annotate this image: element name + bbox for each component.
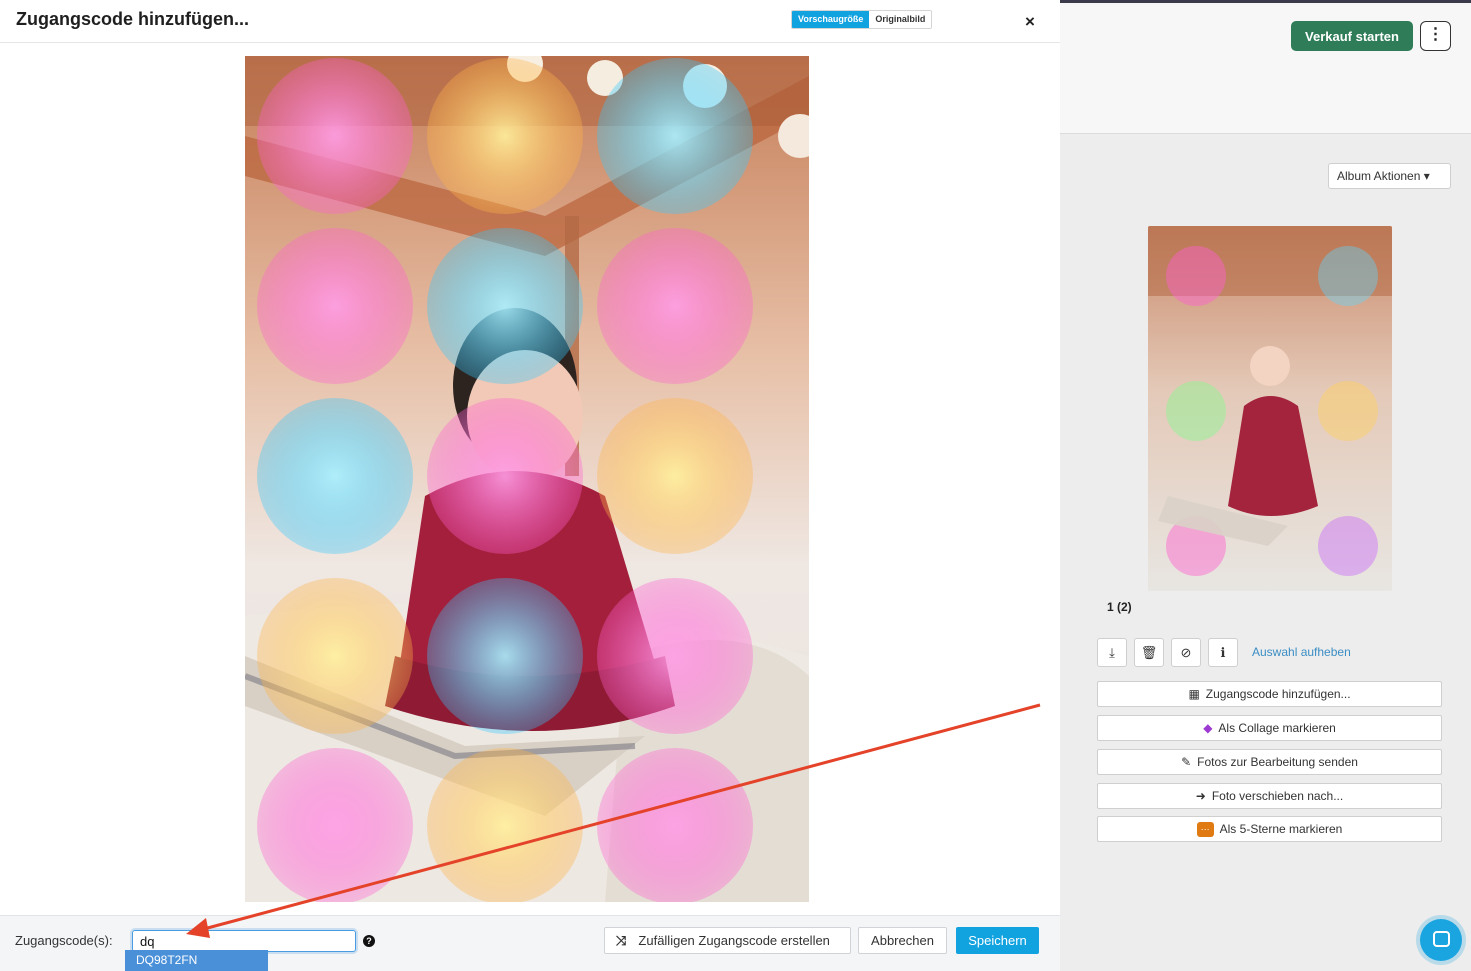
modal-header: Zugangscode hinzufügen... Vorschaugröße …	[0, 0, 1060, 43]
add-access-code-button[interactable]: ▦ Zugangscode hinzufügen...	[1097, 681, 1442, 707]
hide-icon[interactable]: ⊘	[1171, 638, 1201, 667]
background-app-panel: Verkauf starten ⋮ Album Aktionen ▾ 1 (2)…	[1060, 0, 1471, 971]
move-photo-button[interactable]: ➜ Foto verschieben nach...	[1097, 783, 1442, 809]
preview-image	[245, 56, 809, 902]
mark-collage-button[interactable]: ◆ Als Collage markieren	[1097, 715, 1442, 741]
view-size-toggle: Vorschaugröße Originalbild	[791, 10, 933, 29]
star-rating-icon: ···	[1196, 822, 1214, 838]
deselect-link[interactable]: Auswahl aufheben	[1252, 645, 1351, 659]
preview-photo	[245, 56, 809, 902]
info-icon[interactable]: ℹ	[1208, 638, 1238, 667]
action-label: Zugangscode hinzufügen...	[1205, 687, 1351, 701]
more-options-icon[interactable]: ⋮	[1420, 21, 1451, 51]
preview-size-tab[interactable]: Vorschaugröße	[792, 11, 870, 28]
action-label: Fotos zur Bearbeitung senden	[1197, 755, 1358, 769]
save-button[interactable]: Speichern	[956, 927, 1039, 954]
start-sale-button[interactable]: Verkauf starten	[1291, 21, 1413, 51]
generate-random-code-label: Zufälligen Zugangscode erstellen	[638, 932, 830, 948]
qr-icon: ▦	[1188, 687, 1200, 701]
trash-icon[interactable]: 🗑	[1134, 638, 1164, 667]
access-code-input[interactable]	[130, 928, 358, 954]
move-icon: ➜	[1195, 789, 1206, 803]
access-code-modal: Zugangscode hinzufügen... Vorschaugröße …	[0, 0, 1060, 971]
access-code-label: Zugangscode(s):	[15, 933, 113, 948]
help-icon[interactable]: ?	[363, 935, 375, 947]
photo-thumbnail[interactable]	[1148, 226, 1392, 591]
cancel-button[interactable]: Abbrechen	[858, 927, 947, 954]
photo-count: 1 (2)	[1107, 600, 1132, 614]
mark-five-stars-button[interactable]: ··· Als 5-Sterne markieren	[1097, 816, 1442, 842]
edit-icon: ✎	[1181, 755, 1192, 769]
original-image-tab[interactable]: Originalbild	[869, 11, 932, 28]
download-icon[interactable]: ⤓	[1097, 638, 1127, 667]
chat-icon[interactable]	[1420, 919, 1462, 961]
action-label: Als Collage markieren	[1218, 721, 1336, 735]
send-for-editing-button[interactable]: ✎ Fotos zur Bearbeitung senden	[1097, 749, 1442, 775]
action-label: Als 5-Sterne markieren	[1219, 822, 1343, 836]
stack-icon: ◆	[1203, 721, 1213, 735]
modal-title: Zugangscode hinzufügen...	[16, 9, 249, 29]
generate-random-code-button[interactable]: ⤨ Zufälligen Zugangscode erstellen	[604, 927, 851, 954]
autocomplete-suggestion[interactable]: DQ98T2FN	[125, 950, 268, 971]
close-icon[interactable]: ×	[1025, 12, 1035, 32]
action-label: Foto verschieben nach...	[1211, 789, 1344, 803]
thumbnail-image	[1148, 226, 1392, 591]
shuffle-icon: ⤨	[616, 932, 627, 948]
app-topbar: Verkauf starten ⋮	[1060, 0, 1471, 134]
album-actions-dropdown[interactable]: Album Aktionen ▾	[1328, 163, 1451, 189]
